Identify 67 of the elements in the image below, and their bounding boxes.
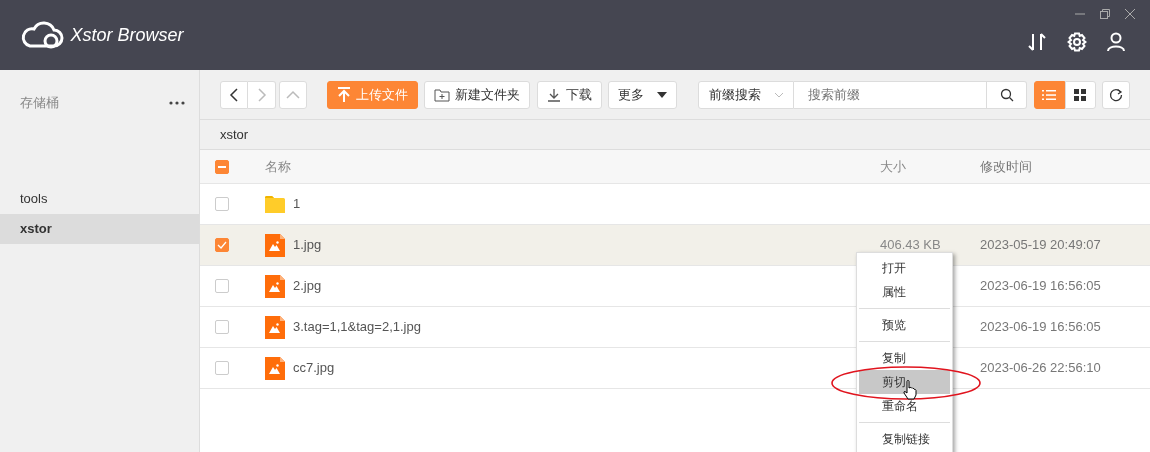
app-title: Xstor Browser <box>70 23 184 47</box>
refresh-button[interactable] <box>1102 80 1130 109</box>
forward-icon <box>256 87 267 102</box>
file-name[interactable]: 1.jpg <box>293 235 322 255</box>
modified-time: 2023-06-19 16:56:05 <box>980 278 1101 294</box>
grid-icon <box>1074 88 1086 101</box>
column-header: 修改时间 <box>980 158 1032 174</box>
sidebar-item[interactable]: xstor <box>0 214 199 244</box>
close-icon[interactable] <box>1124 8 1136 20</box>
folder-icon <box>265 195 285 213</box>
file-name[interactable]: 3.tag=1,1&tag=2,1.jpg <box>293 317 421 337</box>
file-name[interactable]: 2.jpg <box>293 276 322 296</box>
search-field[interactable]: 搜索前缀 <box>794 80 987 109</box>
up-icon <box>286 89 301 100</box>
search-icon <box>999 87 1014 102</box>
refresh-icon <box>1109 87 1123 102</box>
select-all-checkbox[interactable] <box>215 159 229 174</box>
row-checkbox[interactable] <box>215 361 229 375</box>
file-name[interactable]: 1 <box>293 194 301 214</box>
check-icon <box>217 241 227 249</box>
image-file-icon <box>265 315 285 339</box>
file-name[interactable]: cc7.jpg <box>293 358 335 378</box>
menu-item[interactable]: 预览 <box>859 313 950 337</box>
upload-icon <box>336 86 351 103</box>
user-icon[interactable] <box>1106 32 1126 52</box>
download-icon <box>546 87 561 102</box>
more-icon[interactable] <box>169 101 185 105</box>
list-icon <box>1042 88 1056 101</box>
modified-time: 2023-06-19 16:56:05 <box>980 319 1101 335</box>
folder-plus-icon <box>434 87 451 102</box>
image-file-icon <box>265 274 285 298</box>
modified-time: 2023-06-26 22:56:10 <box>980 360 1101 376</box>
back-button[interactable] <box>220 80 248 109</box>
menu-item[interactable]: 复制 <box>859 346 950 370</box>
caret-icon <box>657 91 668 98</box>
hand-cursor-icon <box>903 380 917 400</box>
modified-time: 2023-05-19 20:49:07 <box>980 237 1101 253</box>
image-file-icon <box>265 233 285 257</box>
menu-item[interactable]: 重命名 <box>859 394 950 418</box>
file-size: 406.43 KB <box>880 237 941 253</box>
row-checkbox[interactable] <box>215 238 229 252</box>
search-mode-dropdown[interactable]: 前缀搜索 <box>698 80 794 109</box>
more-dropdown[interactable]: 更多 <box>608 80 678 109</box>
menu-item[interactable]: 属性 <box>859 280 950 304</box>
search-button[interactable] <box>987 80 1027 109</box>
chevron-down-icon <box>773 91 784 98</box>
new-folder-button[interactable]: 新建文件夹 <box>424 80 531 109</box>
back-icon <box>229 87 239 102</box>
menu-item[interactable]: 剪切 <box>859 370 950 394</box>
transfer-icon[interactable] <box>1027 32 1047 52</box>
minus-icon <box>218 165 226 168</box>
column-header: 名称 <box>265 157 291 176</box>
image-file-icon <box>265 356 285 380</box>
download-button[interactable]: 下载 <box>536 80 602 109</box>
settings-icon[interactable] <box>1066 32 1087 52</box>
sidebar-heading: 存储桶 <box>20 94 59 113</box>
grid-view-button[interactable] <box>1064 80 1096 109</box>
row-checkbox[interactable] <box>215 197 229 211</box>
menu-item[interactable]: 打开 <box>859 256 950 280</box>
row-checkbox[interactable] <box>215 279 229 293</box>
column-header: 大小 <box>880 158 906 174</box>
sidebar-item[interactable]: tools <box>0 184 199 214</box>
restore-icon[interactable] <box>1099 8 1111 20</box>
cloud-logo-icon <box>20 20 64 50</box>
row-checkbox[interactable] <box>215 320 229 334</box>
menu-item[interactable]: 复制链接 <box>859 427 950 451</box>
breadcrumb-item[interactable]: xstor <box>200 120 1150 150</box>
